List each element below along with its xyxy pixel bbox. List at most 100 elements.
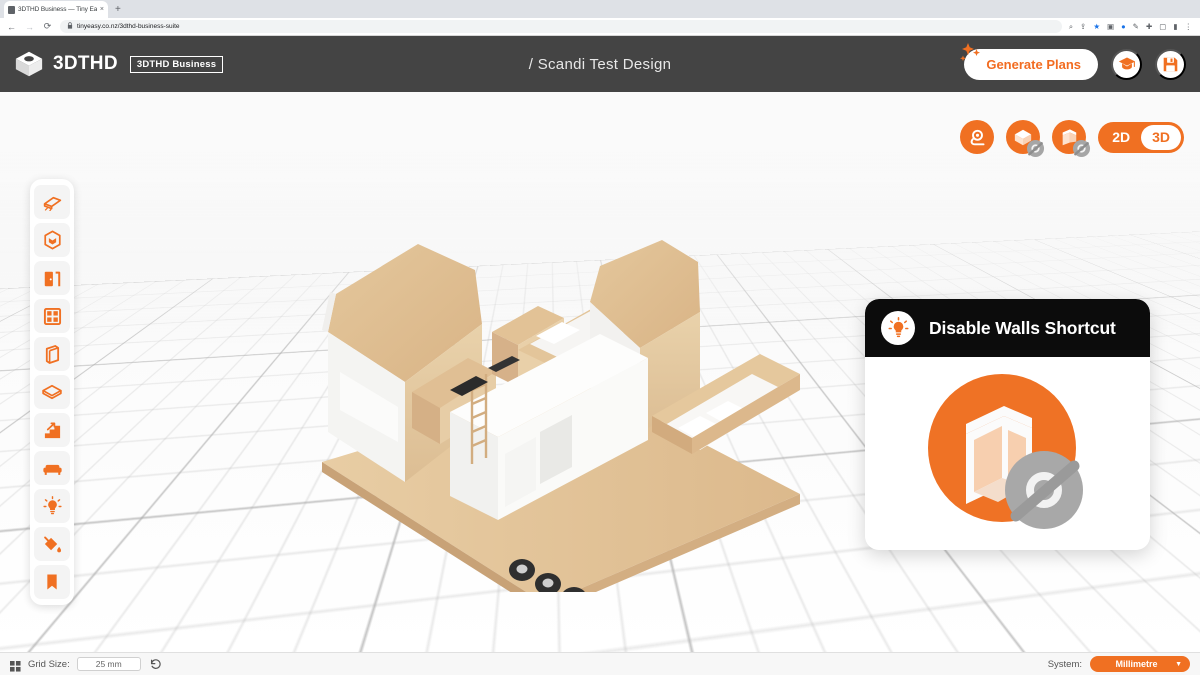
orbit-icon <box>970 129 985 146</box>
profile-icon[interactable]: ▮ <box>1173 23 1177 31</box>
room-cube-icon <box>43 230 61 250</box>
tip-card-body <box>865 357 1150 550</box>
document-title: / Scandi Test Design <box>528 55 672 73</box>
grid-icon <box>10 659 21 672</box>
disable-walls-art <box>927 373 1083 529</box>
paint-tool[interactable] <box>34 527 70 561</box>
browser-toolbar: ← → ⟳ tinyeasy.co.nz/3dthd-business-suit… <box>0 18 1200 36</box>
extension-blue-icon[interactable]: ● <box>1121 23 1126 31</box>
brand[interactable]: 3DTHD 3DTHD Business <box>14 50 224 78</box>
application-window: 3DTHD Business — Tiny Easy - T × + ← → ⟳… <box>0 0 1200 675</box>
undo-arrow-icon <box>151 659 161 669</box>
bookmark-icon <box>47 574 57 590</box>
system-select[interactable]: Millimetre ▼ <box>1090 656 1190 672</box>
browser-tab-strip: 3DTHD Business — Tiny Easy - T × + <box>0 0 1200 18</box>
forward-icon[interactable]: → <box>24 22 35 32</box>
tip-card-header: Disable Walls Shortcut <box>865 299 1150 357</box>
system-label: System: <box>1047 658 1082 670</box>
lightbulb-glyph <box>887 317 909 338</box>
share-icon[interactable]: ⇪ <box>1080 23 1086 31</box>
toggle-3d[interactable]: 3D <box>1141 124 1181 150</box>
new-tab-button[interactable]: + <box>115 5 121 18</box>
grid-controls: Grid Size: <box>10 657 163 672</box>
furniture-tool[interactable] <box>34 451 70 485</box>
reload-icon[interactable]: ⟳ <box>42 21 53 32</box>
bookmark-star-icon[interactable]: ★ <box>1093 23 1100 31</box>
site-favicon <box>8 5 15 14</box>
floor-icon <box>43 196 61 211</box>
grid-size-input[interactable] <box>76 657 141 671</box>
address-bar-url: tinyeasy.co.nz/3dthd-business-suite <box>77 23 180 30</box>
omnibox-actions: ⌕ ⇪ ★ ▣ ● ✎ ✚ ▢ ▮ ⋮ <box>1069 23 1194 31</box>
grid-glyph <box>10 660 21 672</box>
tutorial-button[interactable] <box>1111 48 1142 80</box>
chevron-down-icon: ▼ <box>1175 660 1182 668</box>
graduation-cap-icon <box>1118 57 1135 70</box>
browser-tab[interactable]: 3DTHD Business — Tiny Easy - T × <box>4 1 108 18</box>
door-tool[interactable] <box>34 261 70 295</box>
eye-slash-overlay <box>1004 450 1083 529</box>
stairs-tool[interactable] <box>34 413 70 447</box>
disable-walls-illustration <box>920 366 1096 542</box>
ceiling-tool[interactable] <box>34 375 70 409</box>
puzzle-icon[interactable]: ✚ <box>1146 23 1152 31</box>
tip-card-title: Disable Walls Shortcut <box>929 317 1116 338</box>
brand-badge: 3DTHD Business <box>129 55 224 73</box>
sparkles-glyph <box>960 42 981 61</box>
wall-tool[interactable] <box>34 337 70 371</box>
eyedropper-icon[interactable]: ✎ <box>1133 23 1139 31</box>
unit-system-controls: System: Millimetre ▼ <box>1048 656 1190 672</box>
lightbulb-icon <box>42 496 62 515</box>
sofa-icon <box>42 464 62 475</box>
zoom-icon[interactable]: ⌕ <box>1069 23 1073 31</box>
window-icon <box>43 307 61 325</box>
eye-slash-badge-icon <box>1072 139 1091 158</box>
lock-glyph <box>67 22 73 29</box>
floppy-save-icon <box>1163 57 1178 71</box>
sidepanel-icon[interactable]: ▢ <box>1159 23 1166 31</box>
reset-grid-button[interactable] <box>148 657 163 672</box>
lightbulb-icon <box>881 311 915 345</box>
camera-icon[interactable]: ▣ <box>1107 23 1114 31</box>
floor-tool[interactable] <box>34 185 70 219</box>
header-actions: Generate Plans <box>960 42 1186 80</box>
address-bar[interactable]: tinyeasy.co.nz/3dthd-business-suite <box>60 20 1062 33</box>
bookmark-tool[interactable] <box>34 565 70 599</box>
tiny-house-3d-model[interactable] <box>300 232 830 592</box>
menu-icon[interactable]: ⋮ <box>1185 23 1193 31</box>
toggle-2d[interactable]: 2D <box>1101 125 1141 150</box>
dimension-toggle[interactable]: 2D 3D <box>1098 121 1184 153</box>
tool-rail <box>30 179 74 605</box>
window-tool[interactable] <box>34 299 70 333</box>
orbit-view-button[interactable] <box>960 120 995 154</box>
lock-icon <box>67 22 73 31</box>
grid-size-label: Grid Size: <box>28 658 70 670</box>
disable-walls-button[interactable] <box>1052 120 1091 158</box>
tip-card[interactable]: Disable Walls Shortcut <box>865 299 1150 550</box>
eye-slash-glyph <box>1027 139 1045 158</box>
cube-logo-icon <box>14 50 44 78</box>
stairs-icon <box>44 422 60 438</box>
disable-roof-button[interactable] <box>1006 120 1045 158</box>
door-icon <box>44 271 61 286</box>
app-header: 3DTHD 3DTHD Business / Scandi Test Desig… <box>0 36 1200 92</box>
design-viewport[interactable]: 2D 3D Disable Walls Shortcut <box>0 92 1200 652</box>
brand-name: 3DTHD <box>53 53 118 74</box>
sparkles-icon <box>959 42 985 66</box>
generate-plans-button[interactable]: Generate Plans <box>960 42 1098 80</box>
system-select-value: Millimetre <box>1115 659 1158 669</box>
view-controls: 2D 3D <box>960 120 1184 158</box>
wall-icon <box>45 345 60 364</box>
close-icon[interactable]: × <box>100 6 104 13</box>
room-tool[interactable] <box>34 223 70 257</box>
eye-slash-badge-icon <box>1026 139 1045 158</box>
lighting-tool[interactable] <box>34 489 70 523</box>
generate-plans-label: Generate Plans <box>986 56 1081 72</box>
eye-slash-glyph <box>1073 139 1091 158</box>
paint-bucket-icon <box>44 536 62 552</box>
ceiling-layer-icon <box>42 384 62 400</box>
browser-tab-title: 3DTHD Business — Tiny Easy - T <box>18 6 97 13</box>
save-button[interactable] <box>1155 48 1186 80</box>
back-icon[interactable]: ← <box>6 22 17 32</box>
cube-logo-glyph <box>15 51 43 77</box>
